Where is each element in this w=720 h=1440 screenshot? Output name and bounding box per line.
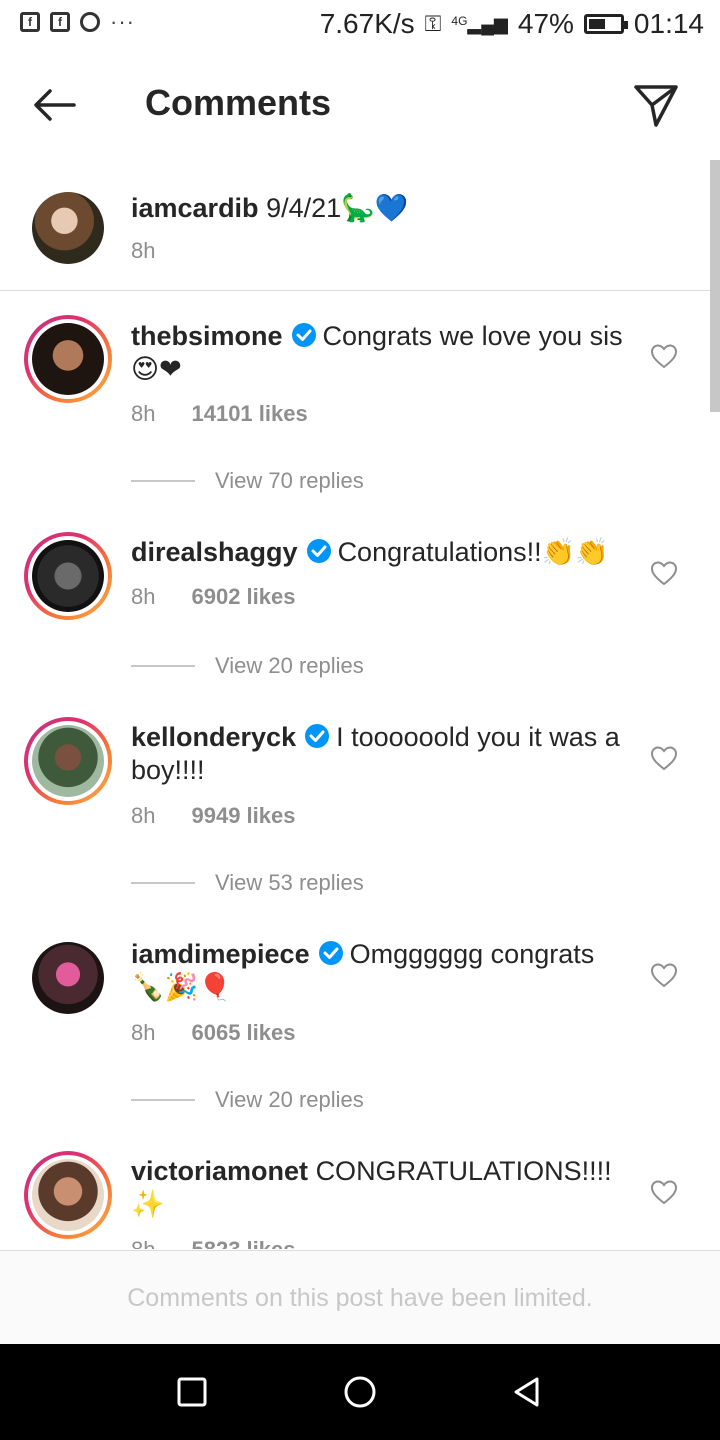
comment-time: 8h [131, 1020, 156, 1045]
heart-icon[interactable] [650, 962, 678, 988]
heart-icon[interactable] [650, 560, 678, 586]
key-icon: ⚿ [424, 11, 442, 36]
comment-username[interactable]: kellonderyck [131, 722, 296, 752]
comment-time: 8h [131, 1237, 155, 1249]
avatar[interactable] [32, 540, 104, 612]
recent-apps-icon[interactable] [174, 1374, 210, 1410]
view-replies-label: View 53 replies [215, 870, 364, 895]
divider [131, 665, 195, 667]
view-replies-label: View 20 replies [215, 1087, 364, 1112]
shield-icon [80, 12, 100, 32]
avatar[interactable] [32, 192, 104, 264]
comment-text: victoriamonet CONGRATULATIONS!!!! ✨ [131, 1155, 631, 1221]
more-notifications-icon: ··· [110, 9, 135, 34]
status-bar: f f ··· 7.67K/s ⚿ 4G▂▄▆ 47% 01:14 [0, 0, 720, 50]
comment-text: iamdimepiece Omgggggg congrats 🍾🎉🎈 [131, 938, 631, 1004]
comment-username[interactable]: thebsimone [131, 321, 283, 351]
post-caption: iamcardib 9/4/21🦕💙 8h [0, 150, 720, 291]
divider [131, 480, 195, 482]
story-ring[interactable] [24, 1151, 112, 1239]
comment-likes[interactable]: 6902 likes [191, 584, 295, 609]
net-speed: 7.67K/s [319, 8, 415, 39]
caption-time: 8h [131, 238, 156, 263]
battery-icon [583, 14, 628, 34]
story-ring[interactable] [24, 717, 112, 805]
comment-time: 8h [131, 584, 156, 609]
heart-icon[interactable] [650, 745, 678, 771]
back-icon[interactable] [508, 1374, 544, 1410]
comment-meta: 8h 6902 likes [131, 584, 295, 610]
comment-meta: 8h 5823 likes [131, 1237, 295, 1249]
back-arrow-icon[interactable] [30, 80, 80, 130]
view-replies-button[interactable]: View 53 replies [131, 870, 364, 896]
comment-username[interactable]: direalshaggy [131, 537, 298, 567]
comment-username[interactable]: victoriamonet [131, 1156, 308, 1186]
verified-badge-icon [306, 539, 331, 563]
heart-icon[interactable] [650, 343, 678, 369]
caption-text: iamcardib 9/4/21🦕💙 [131, 192, 408, 224]
direct-message-icon[interactable] [630, 79, 682, 131]
system-nav-bar [0, 1344, 720, 1440]
view-replies-button[interactable]: View 20 replies [131, 1087, 364, 1113]
comment-body: Congratulations!!👏👏 [337, 537, 609, 567]
clock: 01:14 [633, 8, 704, 39]
caption-body: 9/4/21 [266, 193, 342, 223]
avatar[interactable] [32, 725, 104, 797]
avatar[interactable] [32, 942, 104, 1014]
facebook-icon: f [20, 12, 40, 32]
comment-text: kellonderyck I toooooold you it was a boy… [131, 721, 631, 787]
verified-badge-icon [318, 941, 343, 965]
comment-item: victoriamonet CONGRATULATIONS!!!! ✨ 8h 58… [0, 1151, 720, 1249]
comments-limited-notice: Comments on this post have been limited. [0, 1250, 720, 1344]
comment-likes[interactable]: 5823 likes [191, 1237, 295, 1249]
home-icon[interactable] [342, 1374, 378, 1410]
view-replies-button[interactable]: View 20 replies [131, 653, 364, 679]
comment-username[interactable]: iamdimepiece [131, 939, 310, 969]
avatar[interactable] [32, 323, 104, 395]
story-ring[interactable] [24, 532, 112, 620]
view-replies-label: View 20 replies [215, 653, 364, 678]
comment-time: 8h [131, 803, 156, 828]
comment-text: direalshaggy Congratulations!!👏👏 [131, 536, 631, 569]
view-replies-label: View 70 replies [215, 468, 364, 493]
battery-percent: 47% [517, 8, 574, 39]
scrollbar[interactable] [710, 160, 720, 412]
story-ring[interactable] [24, 315, 112, 403]
verified-badge-icon [291, 323, 316, 347]
signal-icon: 4G▂▄▆ [451, 14, 508, 34]
comment-time: 8h [131, 401, 156, 426]
divider [131, 882, 195, 884]
comment-meta: 8h 6065 likes [131, 1020, 295, 1046]
comment-likes[interactable]: 14101 likes [191, 401, 307, 426]
facebook-icon: f [50, 12, 70, 32]
comment-likes[interactable]: 9949 likes [191, 803, 295, 828]
comment-meta: 8h 14101 likes [131, 401, 308, 427]
page-title: Comments [145, 82, 332, 123]
divider [131, 1099, 195, 1101]
caption-emojis: 🦕💙 [341, 193, 409, 223]
avatar[interactable] [32, 1159, 104, 1231]
verified-badge-icon [305, 724, 330, 748]
comment-meta: 8h 9949 likes [131, 803, 295, 829]
heart-icon[interactable] [650, 1179, 678, 1205]
caption-username[interactable]: iamcardib [131, 193, 259, 223]
top-app-bar: Comments [0, 55, 720, 150]
comment-text: thebsimone Congrats we love you sis 😍❤ [131, 320, 631, 386]
comment-likes[interactable]: 6065 likes [191, 1020, 295, 1045]
view-replies-button[interactable]: View 70 replies [131, 468, 364, 494]
